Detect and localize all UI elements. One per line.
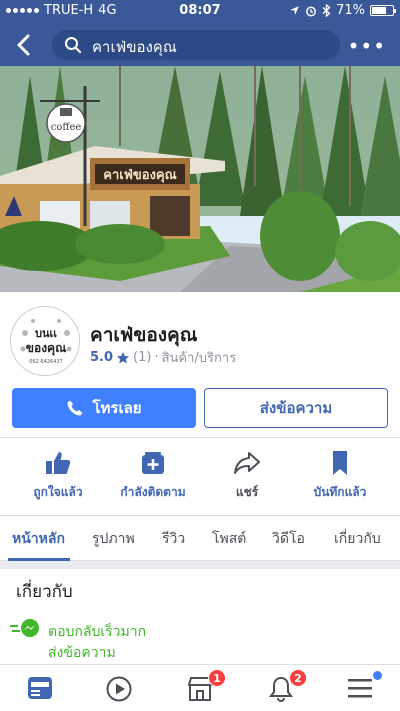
menu-indicator-dot: [373, 671, 382, 680]
about-heading: เกี่ยวกับ: [16, 582, 73, 602]
response-speed: ตอบกลับเร็วมาก: [48, 624, 147, 640]
tab-home[interactable]: หน้าหลัก: [12, 528, 65, 550]
star-icon: [117, 351, 130, 363]
meta-separator: ·: [154, 350, 159, 365]
battery-icon: [370, 5, 396, 16]
cover-photo[interactable]: คาเฟ่ของคุณ coffee: [0, 66, 400, 292]
tab-bar: หน้าหลัก รูปภาพ รีวิว โพสต์ วิดีโอ เกี่ย…: [0, 515, 400, 561]
status-right: 71%: [289, 3, 396, 18]
section-gap: [0, 561, 400, 569]
save-label: บันทึกแล้ว: [313, 485, 367, 499]
avatar-logo: บนเเ ของคุณ 062 6426437: [12, 308, 79, 375]
following-action[interactable]: กำลังติดตาม: [103, 448, 203, 504]
following-label: กำลังติดตาม: [120, 485, 186, 499]
marketplace-tab[interactable]: 1: [186, 669, 226, 703]
like-action[interactable]: ถูกใจแล้ว: [8, 448, 108, 504]
top-bar: TRUE-H 4G 08:07 71% คาเฟ่ของคุณ •••: [0, 0, 400, 66]
notifications-badge: 2: [289, 669, 307, 687]
page-category[interactable]: สินค้า/บริการ: [162, 347, 237, 368]
notifications-tab[interactable]: 2: [267, 669, 307, 703]
battery-percent: 71%: [336, 3, 365, 18]
message-button[interactable]: ส่งข้อความ: [204, 388, 388, 428]
watch-tab[interactable]: [105, 675, 135, 703]
page-profile: บนเเ ของคุณ 062 6426437 คาเฟ่ของคุณ 5.0 …: [0, 292, 400, 376]
call-button[interactable]: โทรเลย: [12, 388, 196, 428]
bluetooth-icon: [322, 4, 331, 17]
bottom-nav: 1 2: [0, 664, 400, 711]
page-meta: 5.0 (1) · สินค้า/บริการ: [90, 347, 236, 368]
bookmark-icon: [333, 451, 347, 475]
cover-sign: คาเฟ่ของคุณ: [103, 168, 176, 183]
news-feed-icon: [28, 677, 52, 699]
avatar-line1: บนเเ: [35, 327, 57, 340]
save-action[interactable]: บันทึกแล้ว: [290, 448, 390, 504]
back-arrow-icon[interactable]: [12, 32, 38, 58]
like-label: ถูกใจแล้ว: [33, 485, 83, 499]
search-input[interactable]: คาเฟ่ของคุณ: [52, 30, 340, 60]
thumbs-up-icon: [46, 452, 71, 474]
share-action[interactable]: แชร์: [197, 448, 297, 504]
menu-tab[interactable]: [346, 671, 382, 703]
tab-photos[interactable]: รูปภาพ: [92, 528, 135, 550]
page-actions: ถูกใจแล้ว กำลังติดตาม แชร์ บันทึกแล้ว: [0, 448, 400, 504]
hamburger-menu-icon: [348, 679, 372, 698]
search-icon: [65, 37, 82, 54]
tab-about[interactable]: เกี่ยวกับ: [334, 528, 381, 550]
search-text: คาเฟ่ของคุณ: [92, 38, 177, 56]
tab-reviews[interactable]: รีวิว: [162, 528, 185, 550]
alarm-icon: [306, 6, 317, 16]
rating-value: 5.0: [90, 350, 114, 365]
nav-row: คาเฟ่ของคุณ •••: [0, 28, 400, 62]
message-button-label: ส่งข้อความ: [259, 399, 333, 417]
response-row[interactable]: ตอบกลับเร็วมาก ส่งข้อความ: [10, 618, 390, 661]
divider: [0, 437, 400, 438]
tab-posts[interactable]: โพสต์: [212, 528, 246, 550]
following-icon: [142, 452, 164, 474]
rating-count: (1): [133, 350, 152, 365]
battery-level: [372, 7, 387, 14]
share-label: แชร์: [235, 485, 259, 499]
more-options-icon[interactable]: •••: [348, 34, 386, 58]
avatar[interactable]: บนเเ ของคุณ 062 6426437: [10, 306, 80, 376]
tab-videos[interactable]: วิดีโอ: [272, 528, 305, 550]
primary-actions: โทรเลย ส่งข้อความ: [12, 388, 388, 428]
messenger-icon: [10, 619, 39, 637]
status-bar: TRUE-H 4G 08:07 71%: [0, 0, 400, 22]
send-message-link[interactable]: ส่งข้อความ: [48, 642, 116, 664]
call-button-label: โทรเลย: [92, 399, 142, 417]
location-icon: [290, 6, 299, 15]
avatar-phone: 062 6426437: [29, 359, 62, 365]
cover-image: คาเฟ่ของคุณ coffee: [0, 66, 400, 292]
play-icon: [106, 676, 132, 702]
news-feed-tab[interactable]: [26, 675, 56, 703]
cover-logo-text: coffee: [51, 122, 82, 133]
marketplace-badge: 1: [208, 669, 226, 687]
share-icon: [234, 452, 260, 474]
avatar-line2: ของคุณ: [26, 341, 66, 356]
page-title: คาเฟ่ของคุณ: [90, 324, 198, 346]
phone-icon: [67, 400, 83, 416]
